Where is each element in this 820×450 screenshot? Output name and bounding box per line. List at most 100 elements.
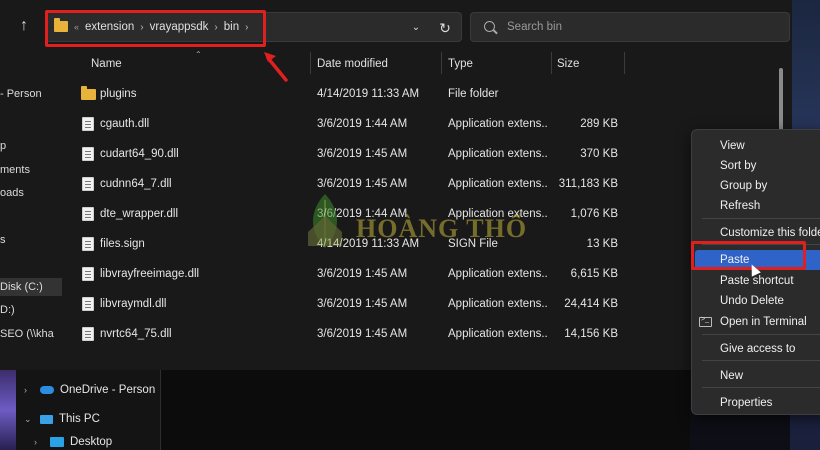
column-divider[interactable] xyxy=(310,52,311,74)
file-name: cudart64_90.dll xyxy=(100,148,179,160)
chevron-right-icon[interactable]: › xyxy=(24,385,34,395)
file-icon xyxy=(82,297,94,311)
menu-item-give-access[interactable]: Give access to xyxy=(692,339,820,359)
menu-item-customize-folder[interactable]: Customize this folder xyxy=(692,223,820,243)
file-size: 1,076 KB xyxy=(570,208,618,220)
desktop-folder-icon xyxy=(50,437,64,447)
chevron-down-icon[interactable]: ⌄ xyxy=(408,20,424,36)
search-icon xyxy=(484,21,495,32)
column-divider[interactable] xyxy=(624,52,625,74)
file-name: nvrtc64_75.dll xyxy=(100,328,172,340)
table-row[interactable]: libvraymdl.dll 3/6/2019 1:45 AM Applicat… xyxy=(62,289,632,319)
nav-item-network-share[interactable]: SEO (\\kha xyxy=(0,328,54,340)
table-row[interactable]: cudart64_90.dll 3/6/2019 1:45 AM Applica… xyxy=(62,139,632,169)
menu-item-new[interactable]: New xyxy=(692,366,820,386)
tree-item-onedrive[interactable]: › OneDrive - Person xyxy=(24,384,155,396)
desktop-wallpaper-strip xyxy=(0,370,16,450)
file-icon xyxy=(82,147,94,161)
file-name: dte_wrapper.dll xyxy=(100,208,178,220)
menu-label: Open in Terminal xyxy=(720,316,807,328)
file-name: cgauth.dll xyxy=(100,118,150,130)
background-window-area xyxy=(160,370,690,450)
divider xyxy=(160,370,161,450)
tree-item-this-pc[interactable]: ⌄ This PC xyxy=(24,413,100,425)
nav-item-videos[interactable]: s xyxy=(0,234,6,246)
menu-label: Paste shortcut xyxy=(720,275,794,287)
menu-label: Customize this folder xyxy=(720,227,820,239)
navigation-pane: - Person p ments oads s Disk (C:) D:) SE… xyxy=(0,50,62,350)
column-header-name[interactable]: Name xyxy=(91,58,122,70)
file-icon xyxy=(82,237,94,251)
terminal-icon xyxy=(699,316,712,327)
column-divider[interactable] xyxy=(551,52,552,74)
menu-item-group-by[interactable]: Group by xyxy=(692,176,820,196)
file-date: 3/6/2019 1:45 AM xyxy=(317,328,408,340)
file-type: Application extens... xyxy=(448,118,548,130)
file-type: Application extens... xyxy=(448,268,548,280)
nav-item-desktop[interactable]: p xyxy=(0,140,6,152)
file-date: 3/6/2019 1:45 AM xyxy=(317,268,408,280)
chevron-down-icon[interactable]: ⌄ xyxy=(24,414,34,425)
menu-item-open-in-terminal[interactable]: Open in Terminal xyxy=(692,312,820,332)
nav-item-local-disk[interactable]: Disk (C:) xyxy=(0,278,62,296)
menu-separator xyxy=(702,387,820,388)
menu-item-properties[interactable]: Properties xyxy=(692,393,820,413)
menu-separator xyxy=(702,334,820,335)
menu-item-sort-by[interactable]: Sort by xyxy=(692,156,820,176)
table-row[interactable]: nvrtc64_75.dll 3/6/2019 1:45 AM Applicat… xyxy=(62,319,632,349)
file-size: 24,414 KB xyxy=(564,298,618,310)
table-row[interactable]: cgauth.dll 3/6/2019 1:44 AM Application … xyxy=(62,109,632,139)
nav-item-documents[interactable]: ments xyxy=(0,164,30,176)
tree-label: This PC xyxy=(59,413,100,425)
file-size: 13 KB xyxy=(586,238,618,250)
file-name: libvraymdl.dll xyxy=(100,298,167,310)
file-date: 3/6/2019 1:44 AM xyxy=(317,118,408,130)
lower-navigation-tree: › OneDrive - Person ⌄ This PC › Desktop xyxy=(0,370,160,450)
table-row[interactable]: libvrayfreeimage.dll 3/6/2019 1:45 AM Ap… xyxy=(62,259,632,289)
file-icon xyxy=(82,267,94,281)
file-name: cudnn64_7.dll xyxy=(100,178,172,190)
file-type: Application extens... xyxy=(448,148,548,160)
search-box[interactable] xyxy=(470,12,790,42)
file-name: plugins xyxy=(100,88,137,100)
file-icon xyxy=(82,207,94,221)
menu-item-refresh[interactable]: Refresh xyxy=(692,196,820,216)
column-header-type[interactable]: Type xyxy=(448,58,473,70)
nav-item-drive-d[interactable]: D:) xyxy=(0,304,15,316)
file-type: Application extens... xyxy=(448,328,548,340)
file-icon xyxy=(82,327,94,341)
sort-up-icon: ⌃ xyxy=(195,50,202,59)
column-divider[interactable] xyxy=(441,52,442,74)
file-size: 289 KB xyxy=(580,118,618,130)
nav-item-onedrive[interactable]: - Person xyxy=(0,88,42,100)
file-icon xyxy=(82,117,94,131)
file-size: 370 KB xyxy=(580,148,618,160)
menu-item-undo-delete[interactable]: Undo Delete xyxy=(692,291,820,311)
column-header-date[interactable]: Date modified xyxy=(317,58,388,70)
file-date: 3/6/2019 1:45 AM xyxy=(317,178,408,190)
menu-label: New xyxy=(720,370,744,382)
refresh-icon[interactable]: ↻ xyxy=(436,19,454,37)
table-row[interactable]: plugins 4/14/2019 11:33 AM File folder xyxy=(62,79,632,109)
chevron-right-icon[interactable]: › xyxy=(34,437,44,447)
menu-label: Refresh xyxy=(720,200,761,212)
up-arrow-icon[interactable]: ↑ xyxy=(12,14,36,38)
file-date: 4/14/2019 11:33 AM xyxy=(317,88,420,100)
tree-label: OneDrive - Person xyxy=(60,384,156,396)
file-type: Application extens... xyxy=(448,298,548,310)
tree-item-desktop[interactable]: › Desktop xyxy=(34,436,112,448)
menu-item-view[interactable]: View xyxy=(692,136,820,156)
watermark-text: HOÀNG THỔ xyxy=(356,214,528,243)
column-header-size[interactable]: Size xyxy=(557,58,579,70)
nav-item-downloads[interactable]: oads xyxy=(0,187,24,199)
menu-label: Group by xyxy=(720,180,768,192)
tree-label: Desktop xyxy=(70,436,113,448)
file-name: files.sign xyxy=(100,238,145,250)
menu-label: Give access to xyxy=(720,343,796,355)
menu-label: Undo Delete xyxy=(720,295,784,307)
file-type: File folder xyxy=(448,88,499,100)
onedrive-cloud-icon xyxy=(40,386,54,394)
address-highlight-annotation xyxy=(45,10,266,47)
search-input[interactable] xyxy=(507,19,767,35)
file-size: 6,615 KB xyxy=(570,268,618,280)
